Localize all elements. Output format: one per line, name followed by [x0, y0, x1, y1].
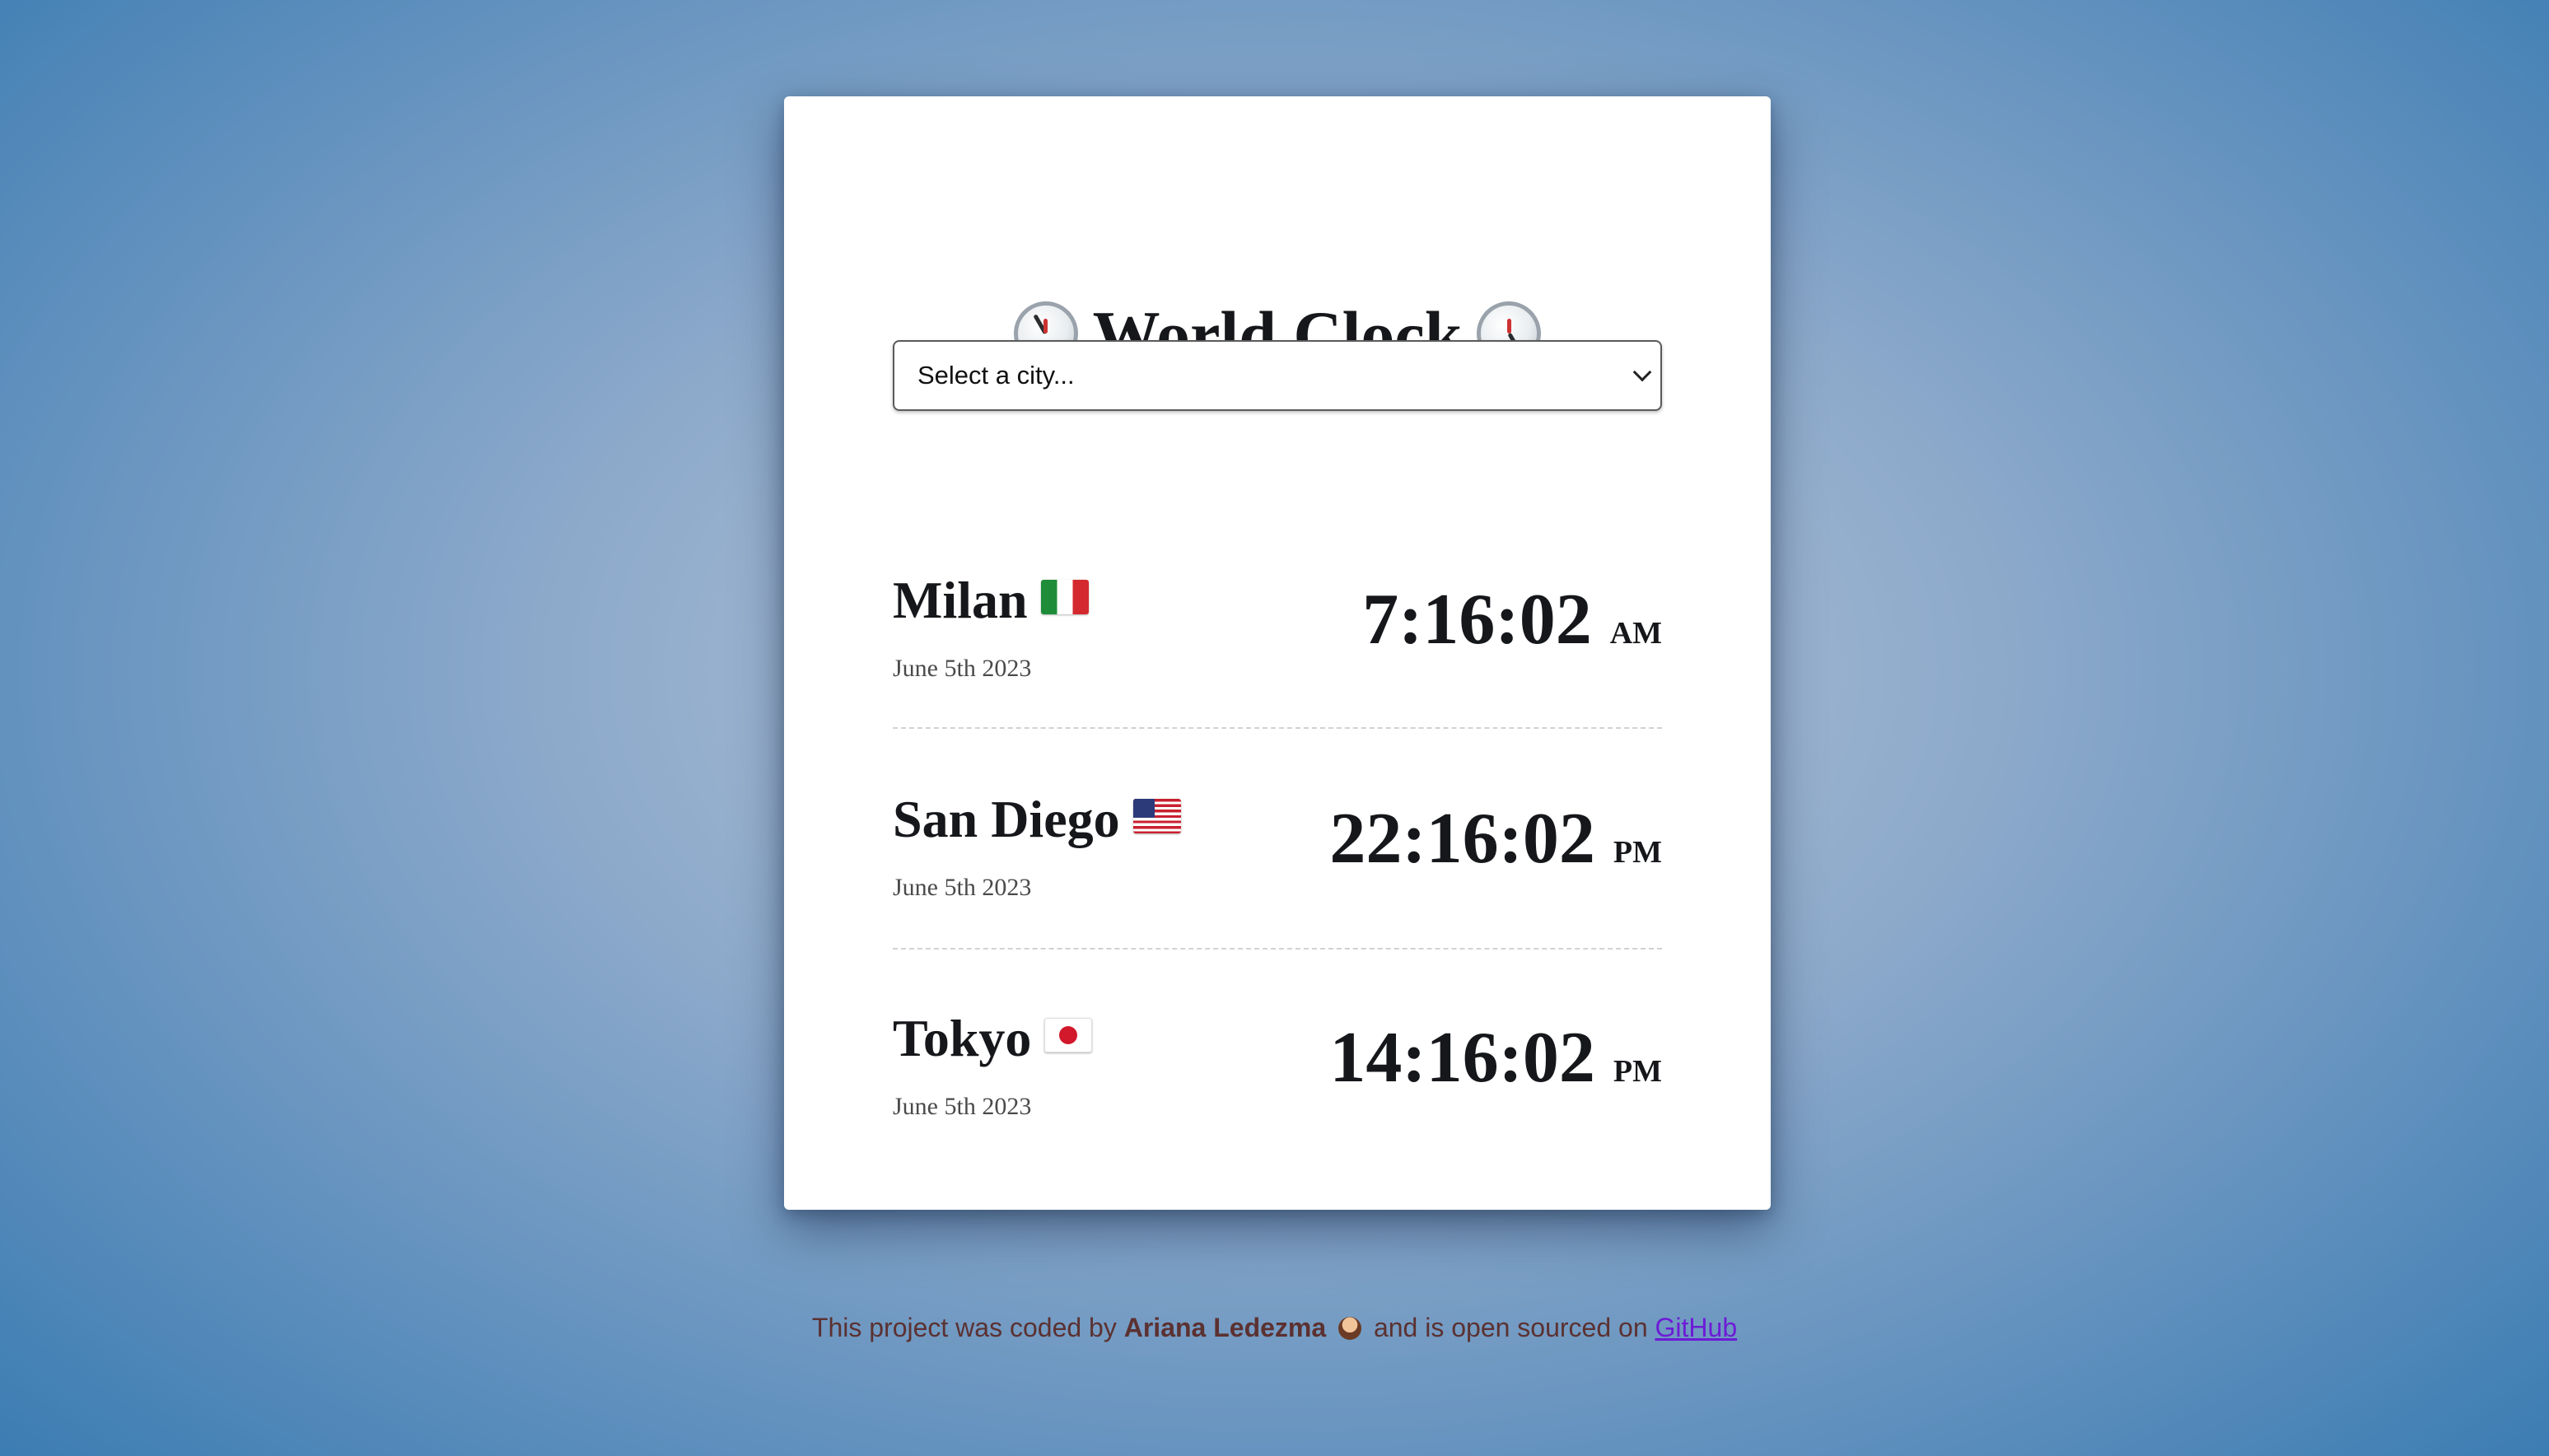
chevron-down-icon: [1632, 362, 1652, 382]
footer-middle: and is open sourced on: [1373, 1313, 1648, 1342]
city-name: Milan: [893, 569, 1089, 632]
city-time: 7:16:02 AM: [1362, 580, 1662, 660]
usa-flag-icon: [1132, 799, 1181, 833]
footer: This project was coded by Ariana Ledezma…: [0, 1313, 2549, 1343]
city-name: San Diego: [893, 788, 1181, 851]
city-row-tokyo: Tokyo June 5th 2023 14:16:02 PM: [893, 950, 1662, 1170]
city-select[interactable]: Select a city...: [893, 340, 1662, 411]
footer-prefix: This project was coded by: [811, 1313, 1117, 1342]
city-time: 14:16:02 PM: [1329, 1018, 1662, 1098]
time-period: PM: [1613, 835, 1662, 870]
time-period: AM: [1609, 616, 1662, 651]
github-link[interactable]: GitHub: [1655, 1313, 1738, 1342]
city-row-san-diego: San Diego June 5th 2023 22:16:02 PM: [893, 729, 1662, 950]
city-name: Tokyo: [893, 1007, 1093, 1070]
city-date: June 5th 2023: [893, 1093, 1032, 1120]
city-date: June 5th 2023: [893, 874, 1032, 901]
city-time: 22:16:02 PM: [1329, 799, 1662, 879]
city-date: June 5th 2023: [893, 655, 1032, 682]
japan-flag-icon: [1044, 1018, 1093, 1052]
world-clock-card: World Clock Select a city... Milan June …: [784, 96, 1771, 1210]
coder-icon: [1338, 1317, 1362, 1340]
time-period: PM: [1613, 1054, 1662, 1089]
city-select-value: Select a city...: [917, 361, 1075, 390]
italy-flag-icon: [1040, 580, 1089, 614]
footer-author: Ariana Ledezma: [1123, 1313, 1327, 1342]
city-row-milan: Milan June 5th 2023 7:16:02 AM: [893, 508, 1662, 729]
